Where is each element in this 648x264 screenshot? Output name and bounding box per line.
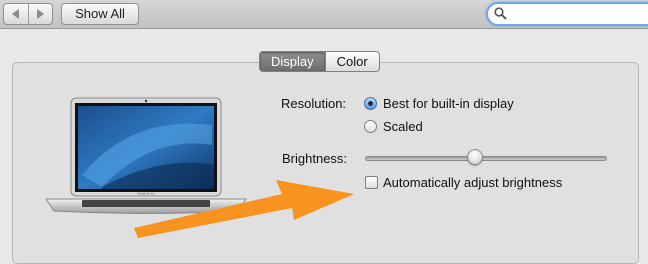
back-button[interactable] xyxy=(4,4,28,24)
tab-control: Display Color xyxy=(259,51,380,72)
chevron-right-icon xyxy=(37,9,45,19)
resolution-best-radio[interactable] xyxy=(364,97,377,110)
nav-buttons xyxy=(3,3,53,25)
search-field[interactable] xyxy=(486,2,648,26)
auto-brightness-label[interactable]: Automatically adjust brightness xyxy=(383,175,562,191)
show-all-button[interactable]: Show All xyxy=(61,3,139,25)
brightness-label: Brightness: xyxy=(282,151,348,166)
magnifier-icon xyxy=(494,7,507,20)
auto-brightness-checkbox[interactable] xyxy=(365,176,378,189)
toolbar: Show All xyxy=(0,0,648,29)
resolution-best-label[interactable]: Best for built-in display xyxy=(383,96,514,112)
annotation-arrow xyxy=(134,180,354,238)
resolution-scaled-label[interactable]: Scaled xyxy=(383,119,423,135)
tab-color[interactable]: Color xyxy=(324,52,379,71)
chevron-left-icon xyxy=(11,9,19,19)
resolution-scaled-radio[interactable] xyxy=(364,120,377,133)
brightness-slider-track[interactable] xyxy=(365,156,607,161)
brightness-slider-knob[interactable] xyxy=(466,149,483,165)
tab-display[interactable]: Display xyxy=(260,52,325,71)
search-input[interactable] xyxy=(510,5,644,23)
resolution-label: Resolution: xyxy=(281,96,347,111)
forward-button[interactable] xyxy=(27,4,53,24)
